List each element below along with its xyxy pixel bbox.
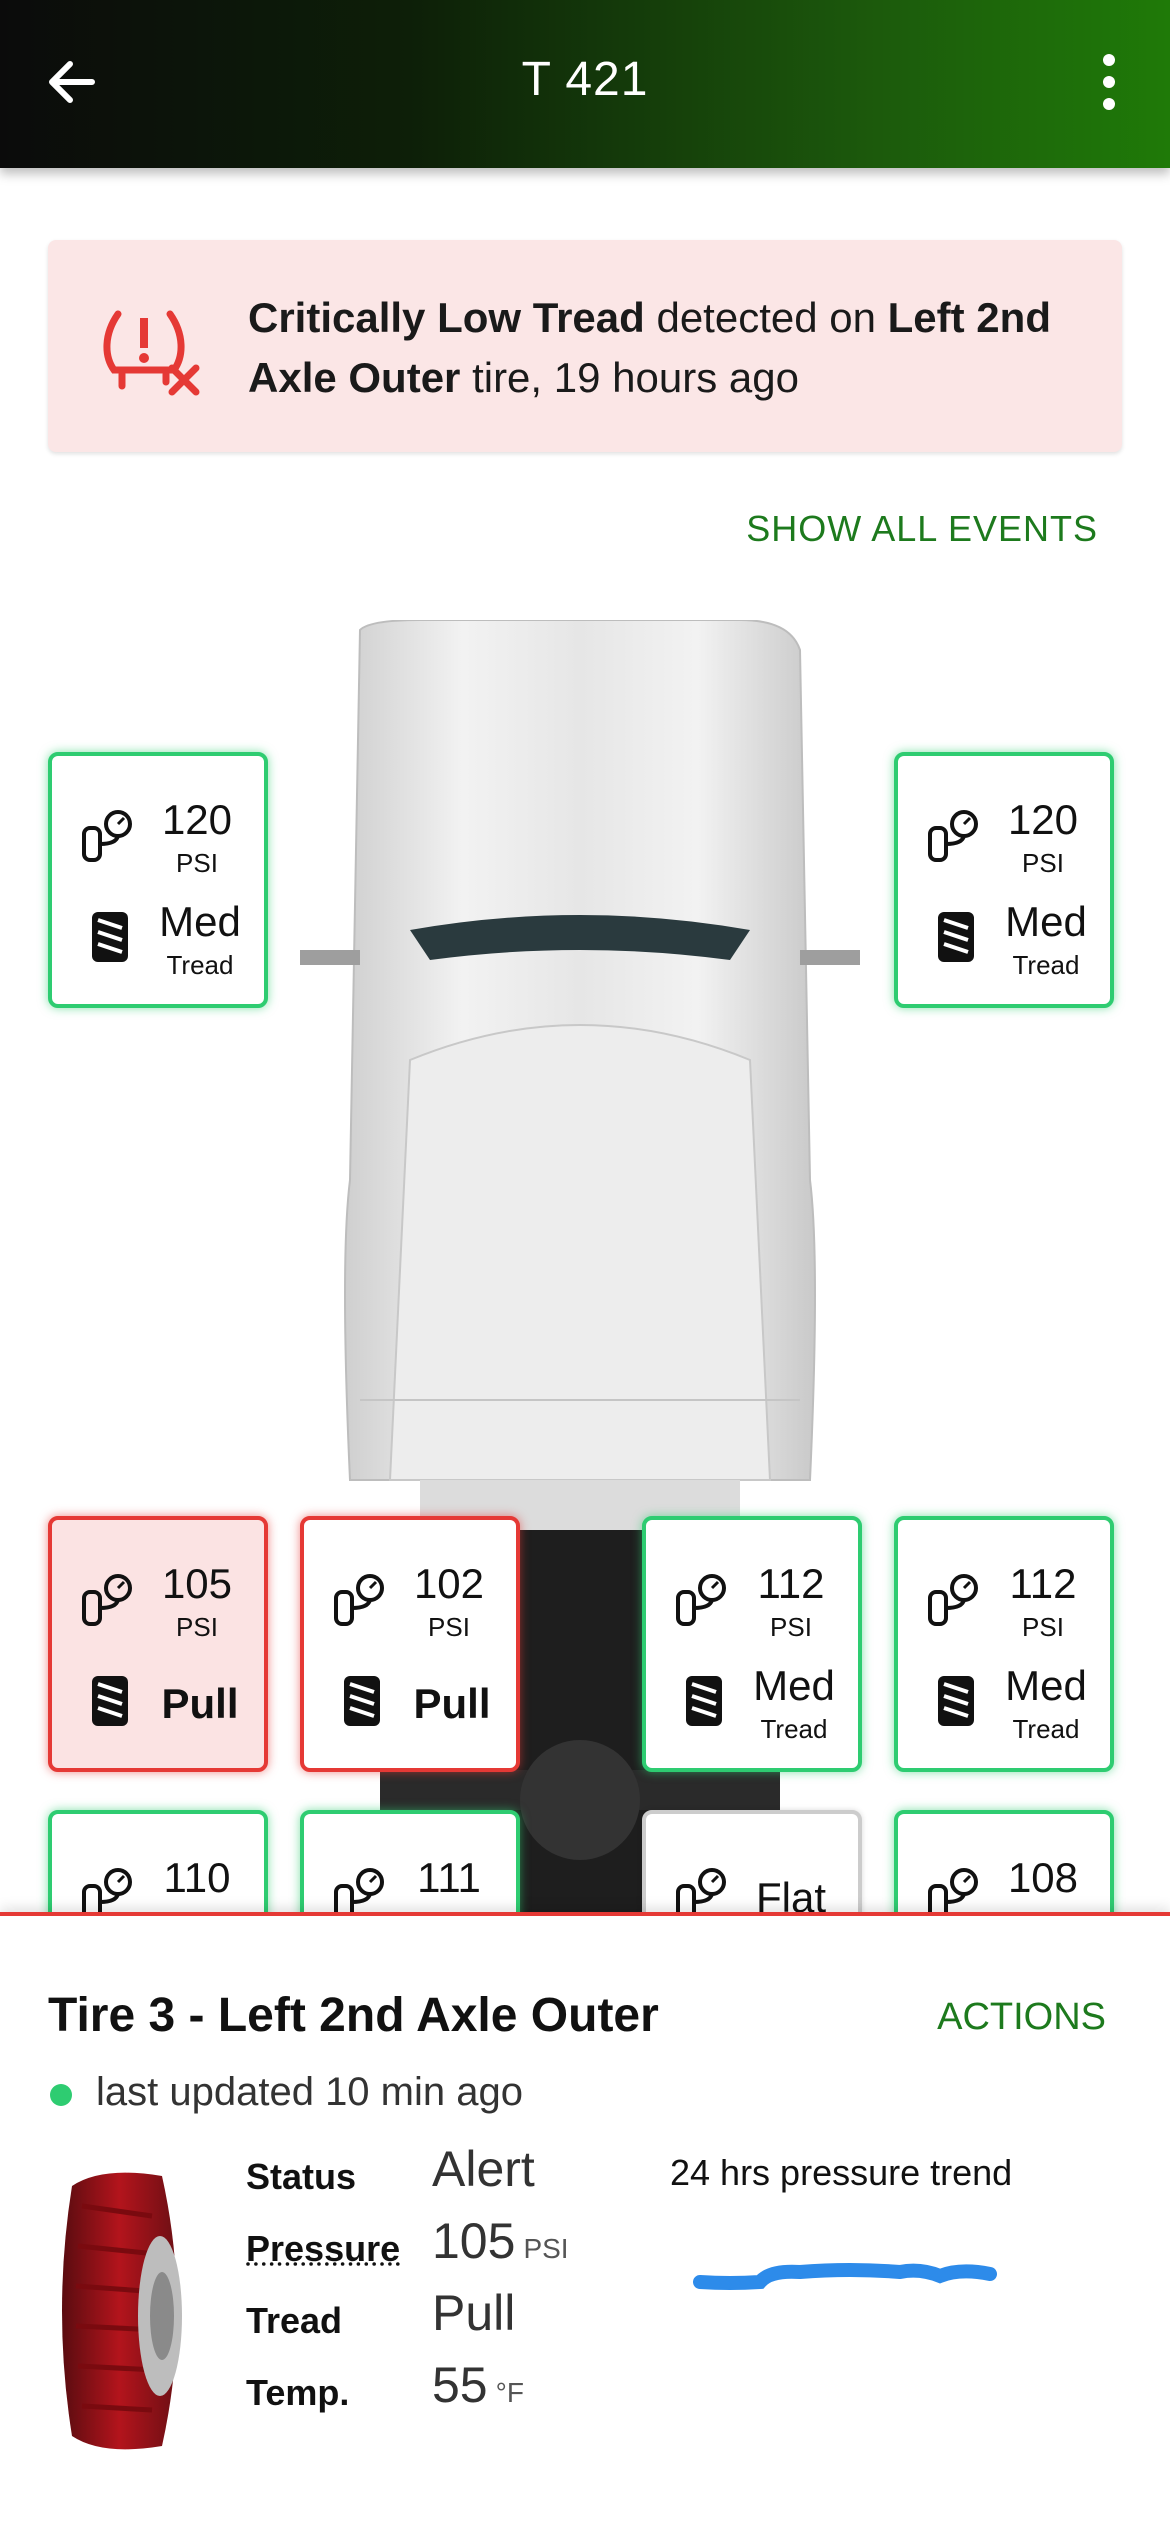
alert-banner[interactable]: Critically Low Tread detected on Left 2n… <box>48 240 1122 452</box>
tread-icon <box>92 1676 128 1726</box>
tire-tread-unit: Tread <box>1012 950 1080 980</box>
tire-psi-unit: PSI <box>176 848 218 878</box>
tire-tread-value: Pull <box>413 1680 491 1727</box>
tire-tread-value: Med <box>1005 1662 1087 1709</box>
tire-tread-unit: Tread <box>760 1714 828 1744</box>
tire-pressure-warning-icon <box>103 310 200 396</box>
tire-psi-value: 120 <box>161 796 233 843</box>
pressure-gauge-icon <box>676 1574 726 1626</box>
pressure-gauge-icon <box>928 810 978 862</box>
tire-card-left-2nd-outer[interactable]: 105 PSI Pull <box>48 1516 268 1772</box>
tire-psi-unit: PSI <box>1022 848 1064 878</box>
tire-tread-value: Med <box>1005 898 1087 945</box>
tire-tread-value: Med <box>159 898 241 945</box>
online-status-dot <box>50 2084 72 2106</box>
pressure-gauge-icon <box>82 810 132 862</box>
tire-psi-value: 110 <box>163 1854 231 1901</box>
status-label: Status <box>246 2156 357 2197</box>
temp-value: 55 °F <box>432 2357 524 2413</box>
app-bar: T 421 <box>0 0 1170 168</box>
alert-message: Critically Low Tread detected on Left 2n… <box>248 294 1051 401</box>
tire-tread-unit: Tread <box>1012 1714 1080 1744</box>
tread-icon <box>938 1676 974 1726</box>
last-updated-text: last updated 10 min ago <box>96 2070 523 2114</box>
pressure-gauge-icon <box>334 1574 384 1626</box>
tire-tread-value: Med <box>753 1662 835 1709</box>
pressure-gauge-icon <box>82 1574 132 1626</box>
show-all-events-link[interactable]: SHOW ALL EVENTS <box>746 508 1098 550</box>
tire-card-right-2nd-inner[interactable]: 112 PSI Med Tread <box>642 1516 862 1772</box>
pressure-value: 105 PSI <box>432 2213 569 2269</box>
tire-detail-title: Tire 3 - Left 2nd Axle Outer <box>48 1989 659 2042</box>
temp-label: Temp. <box>246 2372 350 2413</box>
tire-psi-unit: PSI <box>770 1612 812 1642</box>
tire-psi-value: 120 <box>1007 796 1079 843</box>
tread-icon <box>938 912 974 962</box>
tread-icon <box>92 912 128 962</box>
pressure-label[interactable]: Pressure <box>246 2228 400 2270</box>
tire-image <box>62 2172 182 2450</box>
tire-card-front-left[interactable]: 120 PSI Med Tread <box>48 752 268 1008</box>
tire-detail-sheet: Tire 3 - Left 2nd Axle Outer ACTIONS las… <box>0 1912 1170 2536</box>
tire-psi-value: 112 <box>757 1560 825 1607</box>
tread-icon <box>344 1676 380 1726</box>
page-title: T 421 <box>521 53 649 106</box>
actions-button[interactable]: ACTIONS <box>937 1996 1106 2039</box>
tire-psi-unit: PSI <box>428 1612 470 1642</box>
tire-psi-unit: PSI <box>1022 1612 1064 1642</box>
tire-card-right-2nd-outer[interactable]: 112 PSI Med Tread <box>894 1516 1114 1772</box>
tire-psi-value: 112 <box>1009 1560 1077 1607</box>
tire-psi-value: 108 <box>1007 1854 1079 1901</box>
tread-icon <box>686 1676 722 1726</box>
more-options-icon[interactable] <box>1094 52 1124 112</box>
pressure-trend-title: 24 hrs pressure trend <box>670 2152 1013 2193</box>
tire-tread-value: Pull <box>161 1680 239 1727</box>
status-value: Alert <box>432 2141 535 2197</box>
pressure-trend-sparkline <box>693 2263 997 2290</box>
tire-psi-unit: PSI <box>176 1612 218 1642</box>
tire-psi-value: 105 <box>161 1560 233 1607</box>
tire-psi-value: 102 <box>413 1560 485 1607</box>
tire-card-front-right[interactable]: 120 PSI Med Tread <box>894 752 1114 1008</box>
tread-value: Pull <box>432 2285 516 2341</box>
tread-label: Tread <box>246 2300 343 2341</box>
tire-psi-value: 111 <box>417 1854 481 1901</box>
pressure-gauge-icon <box>928 1574 978 1626</box>
tire-tread-unit: Tread <box>166 950 234 980</box>
tire-card-left-2nd-inner[interactable]: 102 PSI Pull <box>300 1516 520 1772</box>
